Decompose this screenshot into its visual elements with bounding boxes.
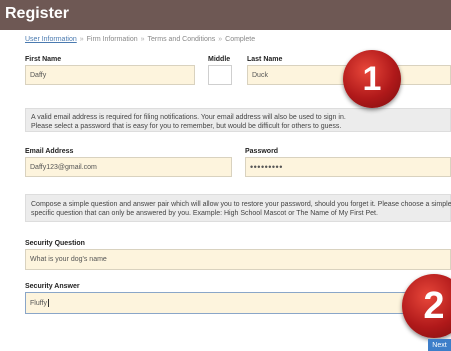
breadcrumb: User Information» Firm Information» Terms … [25, 36, 255, 43]
password-field[interactable]: ••••••••• [245, 157, 451, 177]
first-name-label: First Name [25, 56, 62, 63]
email-value: Daffy123@gmail.com [30, 163, 97, 171]
email-info-box: A valid email address is required for fi… [25, 108, 451, 132]
first-name-field[interactable]: Daffy [25, 65, 195, 85]
security-question-field[interactable]: What is your dog's name [25, 249, 451, 270]
breadcrumb-step-terms: Terms and Conditions [147, 36, 216, 43]
email-info-line-2: Please select a password that is easy fo… [31, 123, 342, 130]
password-value: ••••••••• [250, 162, 283, 172]
email-field[interactable]: Daffy123@gmail.com [25, 157, 232, 177]
text-cursor [48, 299, 49, 307]
password-label: Password [245, 148, 279, 155]
page-title: Register [5, 5, 70, 22]
security-answer-value: Fluffy [30, 299, 47, 307]
breadcrumb-separator: » [79, 36, 84, 43]
last-name-value: Duck [252, 71, 268, 79]
security-answer-label: Security Answer [25, 283, 80, 290]
step-1-badge: 1 [343, 50, 401, 108]
email-label: Email Address [25, 148, 74, 155]
next-button[interactable]: Next [428, 339, 451, 351]
step-1-badge-number: 1 [362, 60, 382, 98]
middle-name-field[interactable] [208, 65, 232, 85]
security-answer-field[interactable]: Fluffy [25, 292, 451, 314]
last-name-label: Last Name [247, 56, 283, 63]
breadcrumb-step-user-information[interactable]: User Information [25, 36, 77, 43]
breadcrumb-separator: » [218, 36, 223, 43]
security-question-label: Security Question [25, 240, 85, 247]
step-2-badge-number: 2 [423, 285, 445, 327]
security-question-value: What is your dog's name [30, 256, 107, 263]
email-info-line-1: A valid email address is required for fi… [31, 114, 346, 121]
page-header: Register [0, 0, 451, 30]
security-info-line-1: Compose a simple question and answer pai… [31, 201, 451, 208]
breadcrumb-step-complete: Complete [225, 36, 256, 43]
step-2-badge: 2 [402, 274, 451, 338]
security-info-box: Compose a simple question and answer pai… [25, 194, 451, 222]
security-info-line-2: specific question that can only be answe… [31, 210, 378, 217]
breadcrumb-step-firm-information: Firm Information [86, 36, 138, 43]
first-name-value: Daffy [30, 71, 47, 79]
middle-name-label: Middle [208, 56, 231, 63]
next-button-label: Next [432, 341, 447, 349]
breadcrumb-separator: » [140, 36, 145, 43]
